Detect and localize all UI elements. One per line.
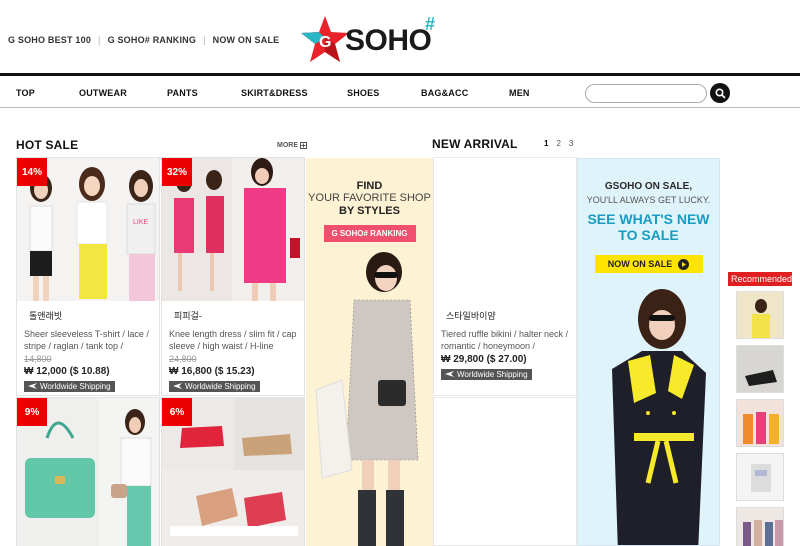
- page-2[interactable]: 2: [556, 139, 560, 148]
- separator: |: [98, 35, 101, 45]
- recommended-thumb[interactable]: [736, 399, 784, 447]
- link-now-on-sale[interactable]: NOW ON SALE: [213, 35, 280, 45]
- airplane-icon: [445, 371, 454, 377]
- product-image[interactable]: 32%: [162, 158, 304, 301]
- product-image[interactable]: 6%: [162, 398, 304, 546]
- nav-men[interactable]: MEN: [509, 88, 530, 98]
- shop-name[interactable]: 스타일바이얌: [446, 309, 576, 322]
- banner-sale-line2: YOU'LL ALWAYS GET LUCKY.: [586, 195, 711, 205]
- top-links: G SOHO BEST 100 | G SOHO# RANKING | NOW …: [8, 35, 279, 45]
- banner-find-line1: FIND: [356, 180, 383, 192]
- more-link[interactable]: MORE: [277, 142, 307, 149]
- recommended-thumb[interactable]: [736, 507, 784, 546]
- search-button[interactable]: [710, 83, 730, 103]
- recommended-title: Recommended: [728, 272, 792, 286]
- now-on-sale-label: NOW ON SALE: [607, 259, 673, 269]
- new-arrival-pager: 1 2 3: [544, 139, 573, 148]
- banner-find-line2: YOUR FAVORITE SHOP: [308, 192, 431, 204]
- discount-badge: 6%: [162, 398, 192, 426]
- product-description[interactable]: Tiered ruffle bikini / halter neck / rom…: [441, 328, 570, 352]
- now-on-sale-button[interactable]: NOW ON SALE: [594, 255, 703, 273]
- page-3[interactable]: 3: [569, 139, 573, 148]
- product-card[interactable]: 6%: [161, 397, 305, 546]
- product-card[interactable]: 32% 피피걸- Knee length dress / slim fit / …: [161, 157, 305, 396]
- product-image[interactable]: [434, 158, 576, 301]
- nav-skirt-dress[interactable]: SKIRT&DRESS: [241, 88, 308, 98]
- main-nav: TOP OUTWEAR PANTS SKIRT&DRESS SHOES BAG&…: [0, 73, 800, 108]
- search-icon: [714, 87, 726, 99]
- shipping-label: Worldwide Shipping: [40, 381, 111, 391]
- arrow-right-circle-icon: [678, 258, 690, 270]
- shipping-label: Worldwide Shipping: [457, 369, 528, 379]
- airplane-icon: [28, 383, 37, 389]
- shop-name[interactable]: 피피걸-: [174, 309, 304, 322]
- product-description[interactable]: Knee length dress / slim fit / cap sleev…: [169, 328, 298, 352]
- product-image[interactable]: LIKE 14%: [17, 158, 159, 301]
- logo-text: SOHO: [345, 24, 432, 57]
- star-logo-icon: G: [301, 16, 349, 62]
- logo-hash: #: [425, 14, 436, 34]
- sale-price: ₩ 29,800 ($ 27.00): [441, 354, 527, 365]
- hot-sale-title: HOT SALE: [16, 138, 79, 152]
- banner-find-line3: BY STYLES: [339, 205, 400, 217]
- separator: |: [203, 35, 206, 45]
- banner-sale-line3a: SEE WHAT'S NEW: [587, 211, 710, 227]
- product-card[interactable]: LIKE 14% 톨앤래빗 Sheer sleeveless T-shirt /…: [16, 157, 160, 396]
- product-card[interactable]: 9%: [16, 397, 160, 546]
- sale-price: ₩ 16,800 ($ 15.23): [169, 366, 255, 377]
- product-card-empty: [433, 397, 577, 546]
- nav-pants[interactable]: PANTS: [167, 88, 198, 98]
- shop-name[interactable]: 톨앤래빗: [29, 309, 159, 322]
- recommended-thumb[interactable]: [736, 453, 784, 501]
- plus-box-icon: [300, 142, 307, 149]
- page-1[interactable]: 1: [544, 139, 548, 148]
- shipping-badge: Worldwide Shipping: [441, 368, 532, 380]
- svg-text:LIKE: LIKE: [133, 219, 149, 226]
- shipping-badge: Worldwide Shipping: [24, 380, 115, 392]
- nav-top[interactable]: TOP: [16, 88, 35, 98]
- original-price: 24,800: [169, 354, 197, 364]
- recommended-thumb[interactable]: [736, 291, 784, 339]
- ranking-button[interactable]: G SOHO# RANKING: [323, 225, 416, 242]
- product-description[interactable]: Sheer sleeveless T-shirt / lace / stripe…: [24, 328, 153, 352]
- new-arrival-title: NEW ARRIVAL: [432, 137, 518, 151]
- search-input[interactable]: [585, 84, 707, 103]
- nav-outwear[interactable]: OUTWEAR: [79, 88, 127, 98]
- link-ranking[interactable]: G SOHO# RANKING: [108, 35, 197, 45]
- site-logo[interactable]: G SOHO #: [299, 14, 449, 66]
- shipping-label: Worldwide Shipping: [185, 381, 256, 391]
- svg-text:G: G: [319, 34, 331, 51]
- recommended-sidebar: Recommended: [728, 272, 792, 546]
- link-best-100[interactable]: G SOHO BEST 100: [8, 35, 91, 45]
- airplane-icon: [173, 383, 182, 389]
- product-card[interactable]: 스타일바이얌 Tiered ruffle bikini / halter nec…: [433, 157, 577, 396]
- more-label: MORE: [277, 142, 298, 149]
- banner-sale-line1: GSOHO ON SALE,: [604, 181, 693, 192]
- recommended-thumb[interactable]: [736, 345, 784, 393]
- original-price: 14,800: [24, 354, 52, 364]
- discount-badge: 14%: [17, 158, 47, 186]
- find-shop-banner[interactable]: FIND YOUR FAVORITE SHOP BY STYLES G SOHO…: [306, 158, 433, 546]
- product-image[interactable]: 9%: [17, 398, 159, 546]
- banner-sale-line3b: TO SALE: [618, 227, 679, 243]
- discount-badge: 9%: [17, 398, 47, 426]
- nav-bag-acc[interactable]: BAG&ACC: [421, 88, 468, 98]
- model-image: [315, 252, 419, 546]
- discount-badge: 32%: [162, 158, 192, 186]
- on-sale-banner[interactable]: GSOHO ON SALE, YOU'LL ALWAYS GET LUCKY. …: [577, 158, 720, 546]
- sale-model-image: [612, 289, 706, 545]
- nav-shoes[interactable]: SHOES: [347, 88, 380, 98]
- sale-price: ₩ 12,000 ($ 10.88): [24, 366, 110, 377]
- shipping-badge: Worldwide Shipping: [169, 380, 260, 392]
